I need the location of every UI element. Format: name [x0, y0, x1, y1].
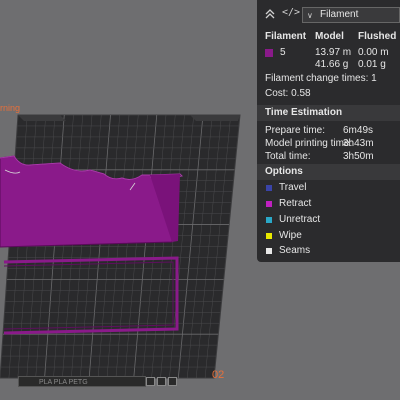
travel-color-swatch — [266, 185, 272, 191]
prepare-time-value: 6m49s — [343, 125, 374, 136]
options-header: Options — [257, 164, 400, 180]
option-travel-label: Travel — [279, 182, 307, 193]
view-type-select[interactable]: ∨ Filament — [302, 7, 400, 23]
filament-color-swatch — [265, 49, 273, 57]
retract-color-swatch — [266, 201, 272, 207]
cost-label: Cost: — [265, 88, 289, 99]
option-seams-label: Seams — [279, 245, 311, 256]
chevron-down-icon: ∨ — [307, 11, 313, 20]
settings-icon[interactable] — [157, 377, 166, 386]
filament-change-label: Filament change times: — [265, 73, 369, 84]
filament-change-value: 1 — [371, 73, 377, 84]
option-unretract-label: Unretract — [279, 214, 321, 225]
plate-number[interactable]: 02 — [212, 369, 224, 381]
collapse-icon[interactable] — [264, 8, 276, 20]
option-retract-label: Retract — [279, 198, 312, 209]
gcode-legend-panel: </> ∨ Filament Filament Model Flushed 5 … — [257, 0, 400, 262]
cost-value: 0.58 — [291, 88, 311, 99]
model-weight: 41.66 g — [315, 59, 349, 70]
wipe-color-swatch — [266, 233, 272, 239]
option-wipe-label: Wipe — [279, 230, 302, 241]
lock-icon[interactable] — [146, 377, 155, 386]
total-time-label: Total time: — [265, 151, 311, 162]
view-type-value: Filament — [320, 9, 359, 20]
model-length: 13.97 m — [315, 47, 352, 58]
total-time-value: 3h50m — [343, 151, 374, 162]
column-header-filament: Filament — [265, 31, 307, 42]
seams-color-swatch — [266, 248, 272, 254]
column-header-flushed: Flushed — [358, 31, 397, 42]
model-printing-time-label: Model printing time: — [265, 138, 353, 149]
plate-label[interactable]: PLA PLA PETG — [18, 376, 146, 387]
plate-corner-top-right — [190, 115, 240, 121]
time-estimation-header: Time Estimation — [257, 105, 400, 121]
column-header-model: Model — [315, 31, 344, 42]
code-icon[interactable]: </> — [282, 7, 300, 18]
filament-change-row: Filament change times: 1 — [265, 73, 377, 84]
model-printing-time-value: 3h43m — [343, 138, 374, 149]
cost-row: Cost: 0.58 — [265, 88, 311, 99]
close-icon[interactable] — [168, 377, 177, 386]
warning-label: rning — [0, 103, 21, 113]
legend-header: </> ∨ Filament — [257, 4, 400, 26]
plate-toolbar — [146, 377, 177, 386]
flushed-weight: 0.01 g — [358, 59, 386, 70]
plate-corner-top-left — [18, 115, 66, 121]
unretract-color-swatch — [266, 217, 272, 223]
filament-id: 5 — [280, 47, 286, 58]
flushed-length: 0.00 m — [358, 47, 389, 58]
prepare-time-label: Prepare time: — [265, 125, 326, 136]
